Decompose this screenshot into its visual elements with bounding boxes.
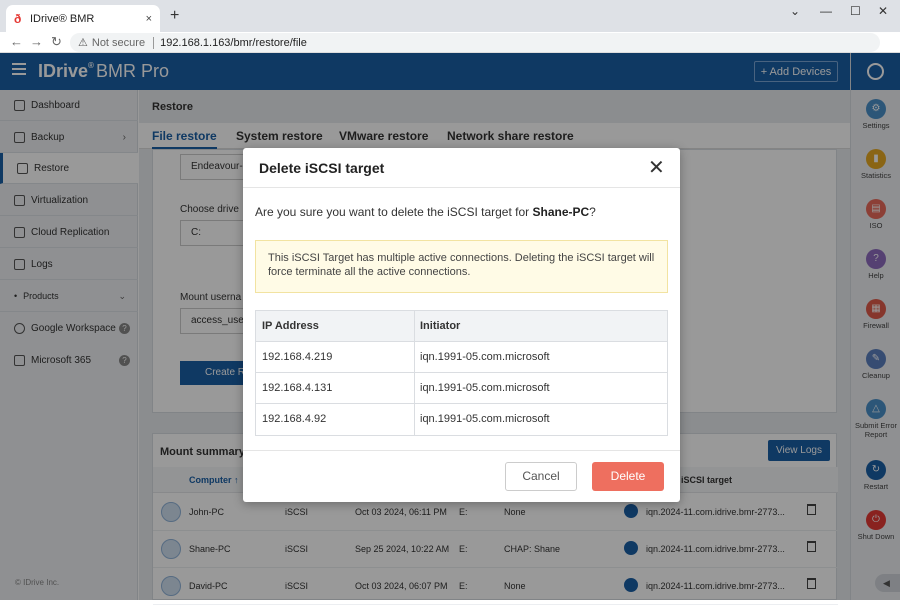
chevron-down-icon[interactable]: ⌄ (790, 4, 800, 18)
cell-ip: 192.168.4.219 (262, 351, 333, 363)
idrive-favicon-icon: ð (14, 11, 22, 26)
back-icon[interactable]: ← (10, 34, 23, 49)
cancel-button[interactable]: Cancel (505, 462, 577, 491)
address-bar-row: ← → ↻ ⚠ Not secure 192.168.1.163/bmr/res… (0, 32, 900, 53)
warning-message: This iSCSI Target has multiple active co… (255, 240, 668, 293)
tab-title: IDrive® BMR (30, 12, 95, 25)
browser-tab-bar: ð IDrive® BMR × + ⌄ — ☐ ✕ (0, 0, 900, 32)
new-tab-button[interactable]: + (170, 7, 179, 25)
url-text: 192.168.1.163/bmr/restore/file (160, 36, 307, 49)
not-secure-label: Not secure (91, 36, 146, 49)
warning-icon: ⚠ (78, 37, 88, 49)
cell-ip: 192.168.4.131 (262, 382, 333, 394)
table-row: 192.168.4.131 iqn.1991-05.com.microsoft (256, 373, 667, 404)
table-row: 192.168.4.92 iqn.1991-05.com.microsoft (256, 404, 667, 435)
reload-icon[interactable]: ↻ (51, 34, 62, 50)
connections-table: IP Address Initiator 192.168.4.219 iqn.1… (255, 310, 668, 436)
cell-initiator: iqn.1991-05.com.microsoft (420, 413, 550, 425)
cell-initiator: iqn.1991-05.com.microsoft (420, 351, 550, 363)
forward-icon[interactable]: → (30, 34, 43, 49)
table-header-row: IP Address Initiator (256, 311, 667, 342)
column-ip-address: IP Address (262, 320, 319, 332)
tab-close-icon[interactable]: × (146, 13, 152, 25)
delete-iscsi-dialog: Delete iSCSI target ✕ Are you sure you w… (243, 148, 680, 502)
url-input[interactable]: ⚠ Not secure 192.168.1.163/bmr/restore/f… (70, 33, 880, 52)
dialog-title: Delete iSCSI target (259, 160, 385, 176)
close-icon[interactable]: ✕ (648, 158, 665, 178)
table-row: 192.168.4.219 iqn.1991-05.com.microsoft (256, 342, 667, 373)
question-suffix: ? (589, 205, 596, 219)
window-close-icon[interactable]: ✕ (878, 4, 888, 18)
maximize-icon[interactable]: ☐ (850, 4, 861, 18)
minimize-icon[interactable]: — (820, 4, 832, 18)
dialog-footer-divider (243, 450, 680, 451)
cell-ip: 192.168.4.92 (262, 413, 327, 425)
cell-initiator: iqn.1991-05.com.microsoft (420, 382, 550, 394)
question-target: Shane-PC (532, 205, 590, 219)
delete-button[interactable]: Delete (592, 462, 664, 491)
dialog-divider (243, 187, 680, 188)
browser-tab[interactable]: ð IDrive® BMR × (6, 5, 160, 32)
dialog-question: Are you sure you want to delete the iSCS… (255, 205, 596, 219)
url-divider (153, 36, 155, 49)
column-initiator: Initiator (420, 320, 461, 332)
question-prefix: Are you sure you want to delete the iSCS… (255, 205, 533, 219)
